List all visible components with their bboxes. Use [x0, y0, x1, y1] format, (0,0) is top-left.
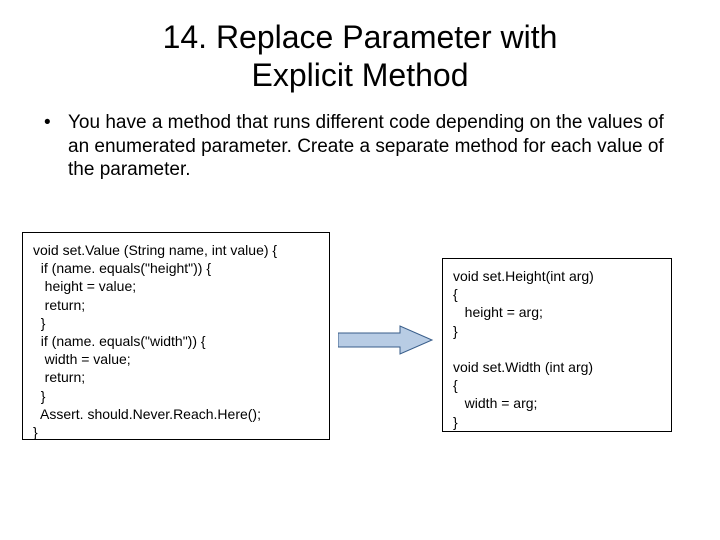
slide: 14. Replace Parameter with Explicit Meth…: [0, 0, 720, 540]
bullet-list: • You have a method that runs different …: [0, 105, 720, 182]
bullet-item: • You have a method that runs different …: [40, 111, 690, 182]
code-after-box: void set.Height(int arg) { height = arg;…: [442, 258, 672, 432]
arrow-icon: [338, 324, 434, 356]
bullet-dot: •: [40, 111, 68, 182]
code-before-box: void set.Value (String name, int value) …: [22, 232, 330, 440]
bullet-text: You have a method that runs different co…: [68, 111, 690, 182]
arrow-shape: [338, 326, 432, 354]
slide-title: 14. Replace Parameter with Explicit Meth…: [0, 0, 720, 105]
